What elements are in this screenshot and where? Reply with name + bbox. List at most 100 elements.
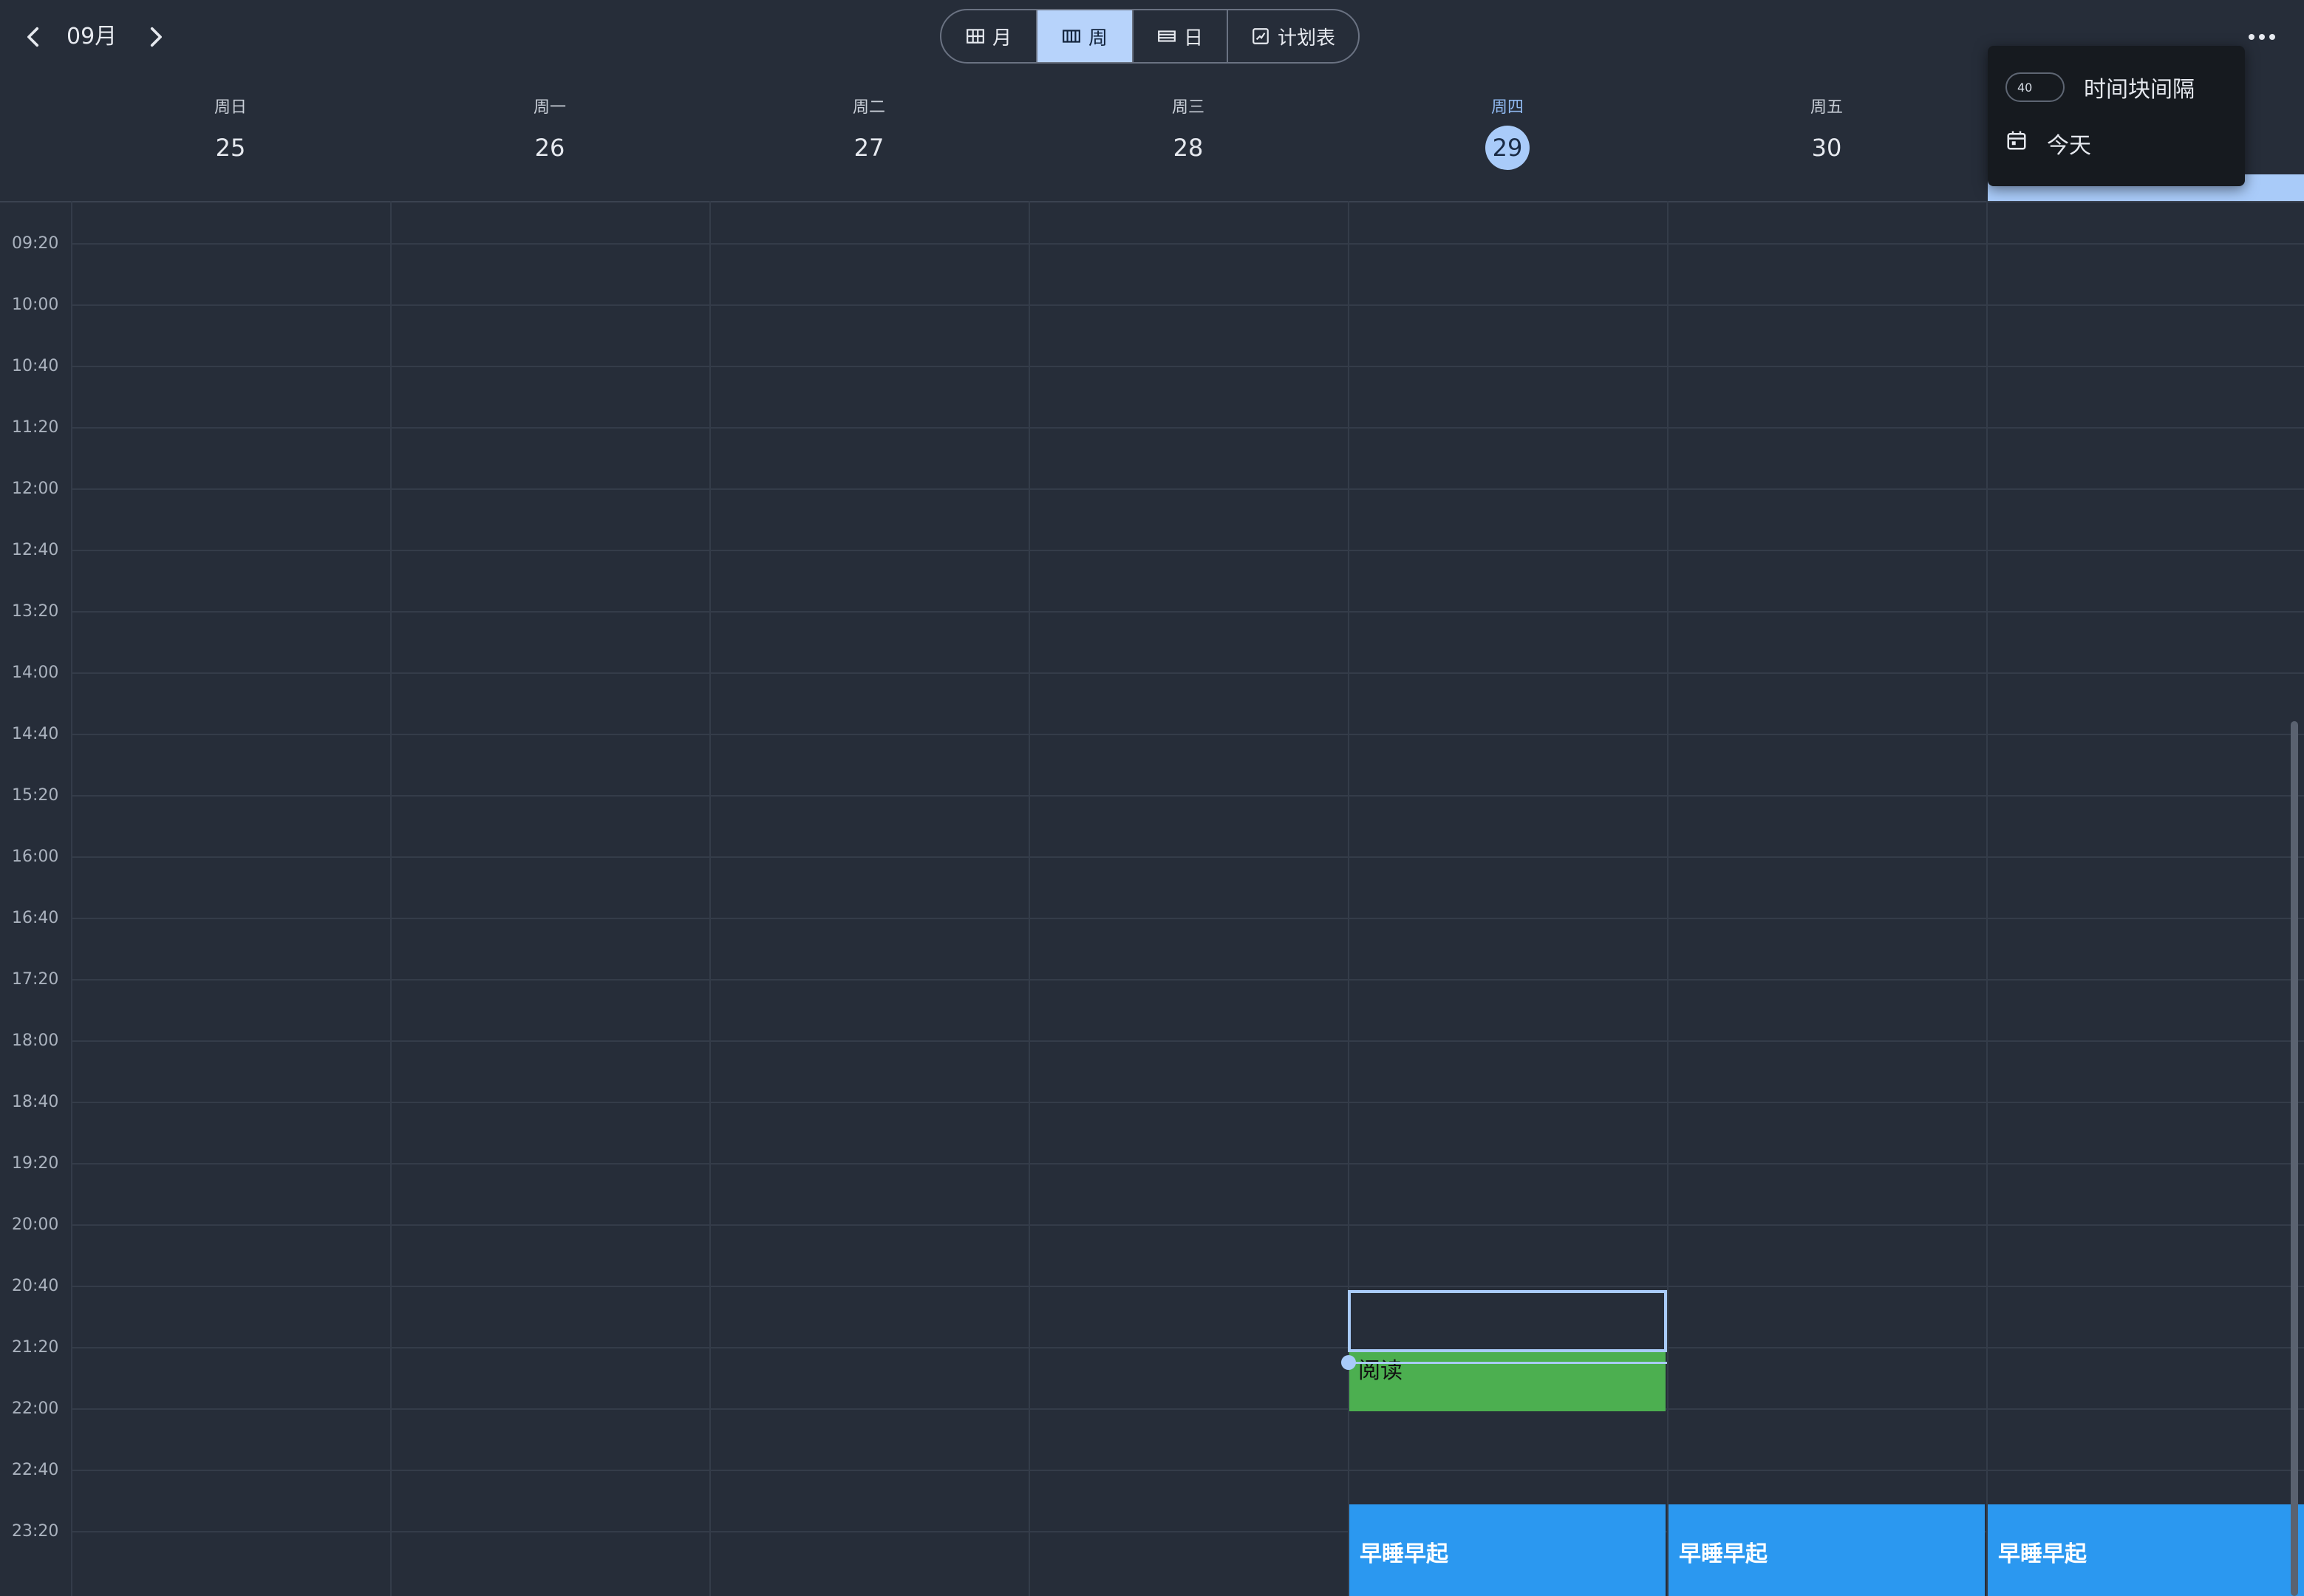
time-label: 11:20 — [12, 418, 59, 437]
day-header[interactable]: 周五 30 — [1667, 95, 1986, 170]
weekday-label: 周一 — [533, 98, 566, 117]
time-interval-label: 时间块间隔 — [2084, 77, 2195, 103]
time-label: 14:40 — [12, 725, 59, 743]
hour-line — [71, 1286, 2304, 1287]
view-month-button[interactable]: 月 — [941, 10, 1037, 62]
time-label: 17:20 — [12, 970, 59, 989]
hour-line — [71, 918, 2304, 919]
current-month-label[interactable]: 09月 — [67, 19, 117, 55]
time-label: 10:40 — [12, 357, 59, 375]
current-time-line — [1349, 1362, 1667, 1364]
current-time-dot — [1341, 1355, 1356, 1370]
grid-icon — [967, 29, 984, 44]
hour-line — [71, 304, 2304, 306]
hour-line — [71, 1102, 2304, 1103]
day-header[interactable]: 周一 26 — [390, 95, 709, 170]
schedule-icon — [1252, 28, 1269, 44]
weekday-label: 周四 — [1490, 98, 1524, 117]
hour-line — [71, 1224, 2304, 1226]
view-day-label: 日 — [1183, 27, 1203, 50]
day-number-today: 29 — [1485, 126, 1530, 170]
hour-line — [71, 1163, 2304, 1164]
event-sleep[interactable]: 早睡早起 — [1349, 1504, 1666, 1596]
hour-line — [71, 427, 2304, 429]
interval-toggle[interactable]: 40 — [2005, 72, 2065, 102]
time-label: 16:00 — [12, 848, 59, 866]
event-title: 早睡早起 — [1360, 1541, 1448, 1567]
hour-line — [71, 1408, 2304, 1410]
top-bar: 09月 月 周 日 计划表 — [0, 0, 2304, 74]
hour-line — [71, 979, 2304, 981]
time-label: 16:40 — [12, 909, 59, 927]
time-label: 22:00 — [12, 1399, 59, 1418]
day-number: 28 — [1173, 134, 1204, 162]
view-switcher: 月 周 日 计划表 — [940, 9, 1360, 64]
event-title: 早睡早起 — [1679, 1541, 1768, 1567]
time-label: 12:40 — [12, 541, 59, 559]
day-header[interactable]: 周二 27 — [709, 95, 1029, 170]
column-divider — [71, 201, 72, 1596]
hour-line — [71, 550, 2304, 551]
time-label: 22:40 — [12, 1461, 59, 1479]
week-columns-icon — [1063, 30, 1080, 43]
hour-line — [71, 795, 2304, 797]
today-option[interactable]: 今天 — [2005, 127, 2091, 160]
prev-month-button[interactable] — [13, 13, 55, 61]
time-label: 21:20 — [12, 1338, 59, 1357]
time-interval-option[interactable]: 40 时间块间隔 — [2005, 71, 2195, 103]
hour-line — [71, 366, 2304, 367]
today-label: 今天 — [2047, 133, 2091, 159]
column-divider — [709, 201, 711, 1596]
weekday-label: 周二 — [852, 98, 885, 117]
more-button[interactable] — [2243, 19, 2280, 52]
day-number: 25 — [215, 134, 246, 162]
time-label: 09:20 — [12, 234, 59, 253]
day-header[interactable]: 周日 25 — [71, 95, 390, 170]
hour-line — [71, 672, 2304, 674]
vertical-scrollbar[interactable] — [2291, 721, 2298, 1596]
hour-line — [71, 734, 2304, 735]
column-divider — [1986, 201, 1988, 1596]
weekday-label: 周三 — [1171, 98, 1204, 117]
weekday-label: 周日 — [214, 98, 247, 117]
column-divider — [390, 201, 392, 1596]
hour-line — [71, 243, 2304, 245]
event-sleep[interactable]: 早睡早起 — [1669, 1504, 1985, 1596]
event-title: 阅读 — [1358, 1358, 1402, 1384]
next-month-button[interactable] — [134, 13, 176, 61]
time-label: 15:20 — [12, 786, 59, 805]
more-horizontal-icon — [2246, 29, 2277, 43]
hour-line — [71, 856, 2304, 858]
hour-line — [71, 488, 2304, 490]
time-label: 18:00 — [12, 1031, 59, 1050]
view-day-button[interactable]: 日 — [1134, 10, 1228, 62]
time-label: 14:00 — [12, 664, 59, 682]
time-label: 20:00 — [12, 1215, 59, 1234]
day-header[interactable]: 周三 28 — [1029, 95, 1348, 170]
column-divider — [1667, 201, 1669, 1596]
header-divider — [0, 201, 2304, 202]
day-number: 26 — [534, 134, 565, 162]
event-title: 早睡早起 — [1998, 1541, 2087, 1567]
time-label: 18:40 — [12, 1093, 59, 1111]
time-label: 13:20 — [12, 602, 59, 621]
time-label: 10:00 — [12, 296, 59, 314]
time-label: 20:40 — [12, 1277, 59, 1295]
view-schedule-label: 计划表 — [1277, 27, 1335, 50]
time-label: 12:00 — [12, 480, 59, 498]
column-divider — [1029, 201, 1030, 1596]
view-schedule-button[interactable]: 计划表 — [1228, 10, 1358, 62]
view-month-label: 月 — [992, 27, 1012, 50]
hour-line — [71, 1470, 2304, 1471]
time-slot-selection[interactable] — [1348, 1290, 1667, 1352]
hour-line — [71, 611, 2304, 613]
event-sleep[interactable]: 早睡早起 — [1988, 1504, 2304, 1596]
day-number: 27 — [853, 134, 885, 162]
day-header-today[interactable]: 周四 29 — [1348, 95, 1667, 170]
day-number: 30 — [1811, 134, 1842, 162]
chevron-left-icon — [27, 27, 39, 47]
calendar-icon — [2005, 129, 2028, 157]
hour-line — [71, 1347, 2304, 1348]
view-week-button[interactable]: 周 — [1037, 10, 1134, 62]
day-rows-icon — [1158, 30, 1176, 42]
